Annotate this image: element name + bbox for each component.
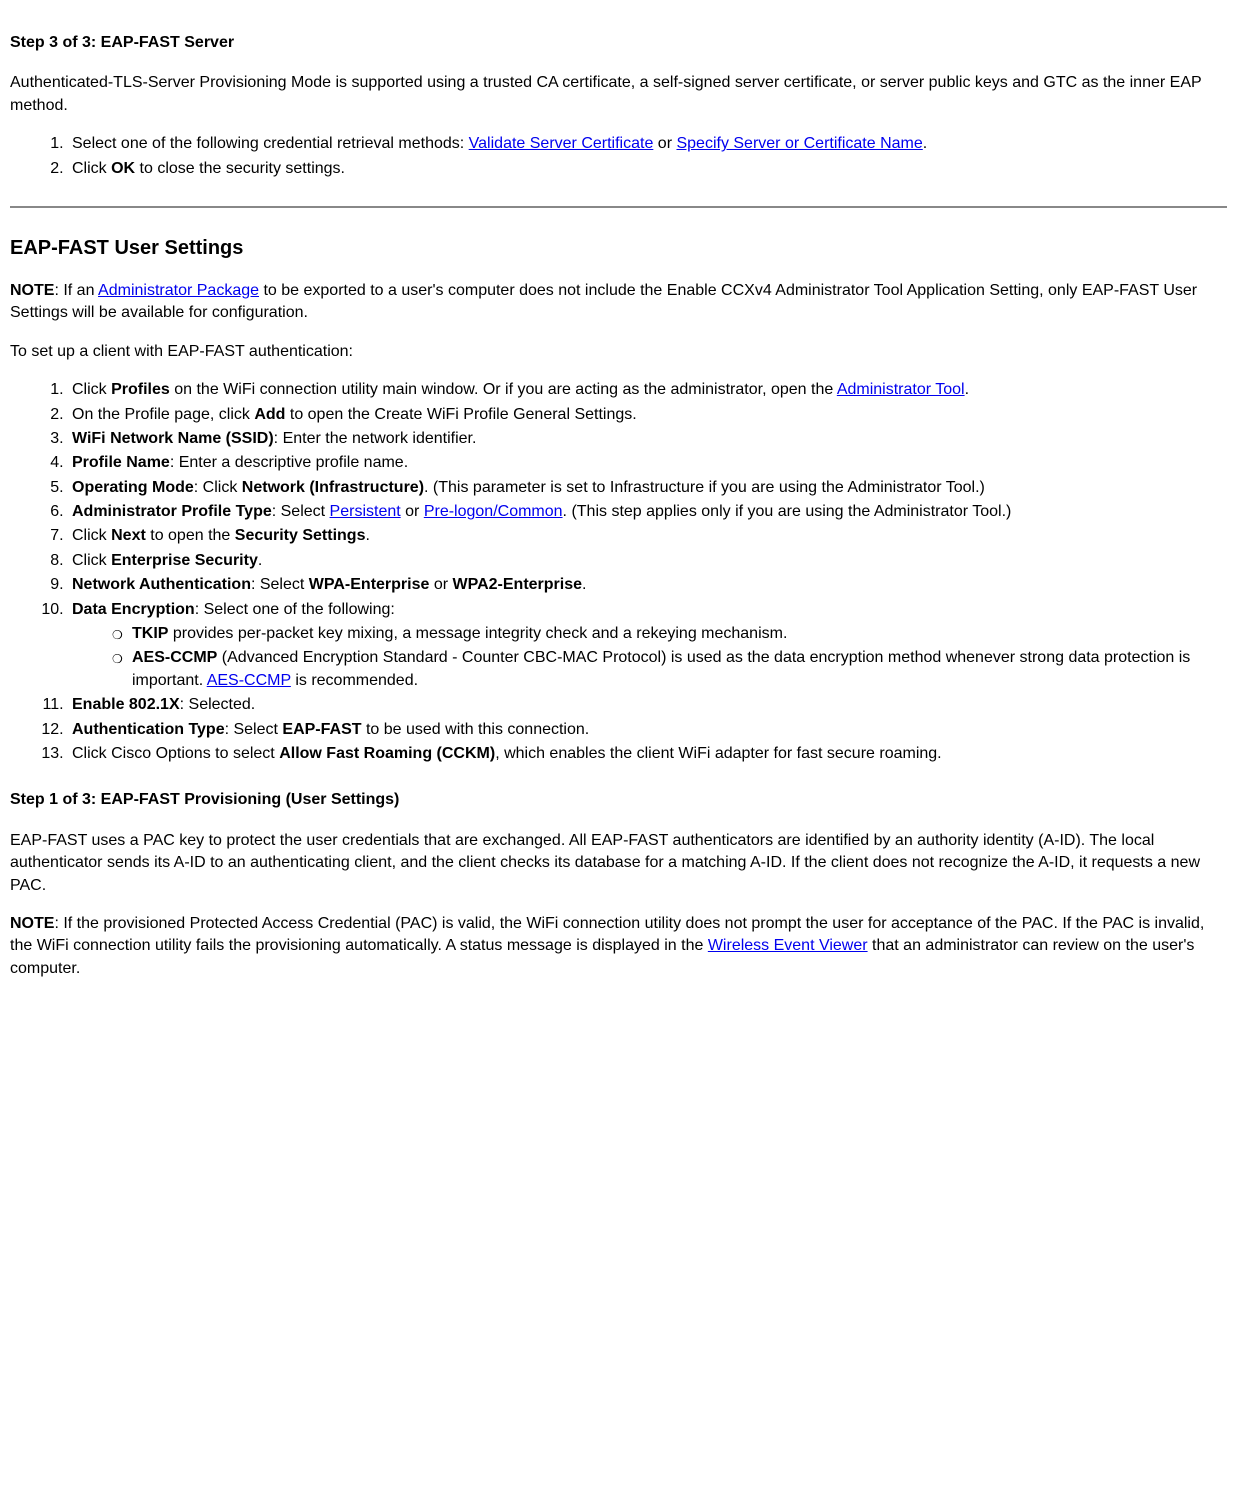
link-validate-server-cert[interactable]: Validate Server Certificate: [469, 135, 654, 152]
text: Click: [72, 552, 111, 569]
list-item: Data Encryption: Select one of the follo…: [68, 599, 1227, 693]
sublist-item: TKIP provides per-packet key mixing, a m…: [112, 623, 1227, 645]
step1-para: EAP-FAST uses a PAC key to protect the u…: [10, 830, 1227, 897]
list-item: Authentication Type: Select EAP-FAST to …: [68, 719, 1227, 741]
step3-item-1: Select one of the following credential r…: [68, 133, 1227, 155]
list-item: Click Profiles on the WiFi connection ut…: [68, 379, 1227, 401]
operating-mode-label: Operating Mode: [72, 479, 194, 496]
text: Click: [72, 160, 111, 177]
step3-item-2: Click OK to close the security settings.: [68, 158, 1227, 180]
link-administrator-tool[interactable]: Administrator Tool: [837, 381, 965, 398]
admin-profile-type-label: Administrator Profile Type: [72, 503, 272, 520]
link-administrator-package[interactable]: Administrator Package: [98, 282, 259, 299]
step3-heading: Step 3 of 3: EAP-FAST Server: [10, 32, 1227, 54]
eap-fast-label: EAP-FAST: [282, 721, 361, 738]
profiles-label: Profiles: [111, 381, 170, 398]
list-item: Operating Mode: Click Network (Infrastru…: [68, 477, 1227, 499]
text: to open the: [146, 527, 235, 544]
note-label: NOTE: [10, 282, 54, 299]
text: Click: [72, 381, 111, 398]
enable-8021x-label: Enable 802.1X: [72, 696, 180, 713]
security-settings-label: Security Settings: [235, 527, 366, 544]
step3-list: Select one of the following credential r…: [10, 133, 1227, 180]
step1-note: NOTE: If the provisioned Protected Acces…: [10, 913, 1227, 980]
list-item: Click Enterprise Security.: [68, 550, 1227, 572]
wpa2-enterprise-label: WPA2-Enterprise: [453, 576, 583, 593]
list-item: Profile Name: Enter a descriptive profil…: [68, 452, 1227, 474]
text: on the WiFi connection utility main wind…: [170, 381, 837, 398]
text: : If an: [54, 282, 98, 299]
link-wireless-event-viewer[interactable]: Wireless Event Viewer: [708, 937, 868, 954]
note-label: NOTE: [10, 915, 54, 932]
user-settings-list: Click Profiles on the WiFi connection ut…: [10, 379, 1227, 765]
list-item: Network Authentication: Select WPA-Enter…: [68, 574, 1227, 596]
divider: [10, 206, 1227, 208]
wpa-enterprise-label: WPA-Enterprise: [309, 576, 430, 593]
text: .: [258, 552, 262, 569]
aes-ccmp-label: AES-CCMP: [132, 649, 217, 666]
network-infra-label: Network (Infrastructure): [242, 479, 424, 496]
text: or: [429, 576, 452, 593]
text: to be used with this connection.: [362, 721, 590, 738]
text: .: [923, 135, 927, 152]
text: : Enter a descriptive profile name.: [170, 454, 408, 471]
link-persistent[interactable]: Persistent: [330, 503, 401, 520]
next-label: Next: [111, 527, 146, 544]
text: .: [582, 576, 586, 593]
link-specify-server-cert-name[interactable]: Specify Server or Certificate Name: [676, 135, 922, 152]
add-label: Add: [254, 406, 285, 423]
profile-name-label: Profile Name: [72, 454, 170, 471]
text: , which enables the client WiFi adapter …: [495, 745, 941, 762]
text: : Select: [225, 721, 283, 738]
list-item: WiFi Network Name (SSID): Enter the netw…: [68, 428, 1227, 450]
cckm-label: Allow Fast Roaming (CCKM): [279, 745, 495, 762]
enterprise-security-label: Enterprise Security: [111, 552, 258, 569]
network-auth-label: Network Authentication: [72, 576, 251, 593]
text: provides per-packet key mixing, a messag…: [168, 625, 787, 642]
list-item: Click Cisco Options to select Allow Fast…: [68, 743, 1227, 765]
text: : Click: [194, 479, 242, 496]
link-aes-ccmp[interactable]: AES-CCMP: [207, 672, 291, 689]
step1-heading: Step 1 of 3: EAP-FAST Provisioning (User…: [10, 789, 1227, 811]
auth-type-label: Authentication Type: [72, 721, 225, 738]
text: . (This step applies only if you are usi…: [563, 503, 1012, 520]
text: .: [365, 527, 369, 544]
text: : Select: [251, 576, 309, 593]
text: or: [401, 503, 424, 520]
text: is recommended.: [291, 672, 418, 689]
text: or: [653, 135, 676, 152]
text: Click Cisco Options to select: [72, 745, 279, 762]
link-prelogon-common[interactable]: Pre-logon/Common: [424, 503, 563, 520]
text: : Enter the network identifier.: [274, 430, 477, 447]
text: .: [965, 381, 969, 398]
setup-intro: To set up a client with EAP-FAST authent…: [10, 341, 1227, 363]
data-encryption-label: Data Encryption: [72, 601, 195, 618]
step3-para: Authenticated-TLS-Server Provisioning Mo…: [10, 72, 1227, 117]
text: : Selected.: [180, 696, 256, 713]
text: : Select: [272, 503, 330, 520]
list-item: Enable 802.1X: Selected.: [68, 694, 1227, 716]
text: to open the Create WiFi Profile General …: [285, 406, 636, 423]
text: to close the security settings.: [135, 160, 345, 177]
user-settings-note: NOTE: If an Administrator Package to be …: [10, 280, 1227, 325]
text: Click: [72, 527, 111, 544]
text: . (This parameter is set to Infrastructu…: [424, 479, 985, 496]
text: Select one of the following credential r…: [72, 135, 469, 152]
list-item: Click Next to open the Security Settings…: [68, 525, 1227, 547]
user-settings-heading: EAP-FAST User Settings: [10, 234, 1227, 262]
text: On the Profile page, click: [72, 406, 254, 423]
sublist-item: AES-CCMP (Advanced Encryption Standard -…: [112, 647, 1227, 692]
tkip-label: TKIP: [132, 625, 168, 642]
ssid-label: WiFi Network Name (SSID): [72, 430, 274, 447]
text: : Select one of the following:: [195, 601, 395, 618]
list-item: On the Profile page, click Add to open t…: [68, 404, 1227, 426]
ok-label: OK: [111, 160, 135, 177]
encryption-sublist: TKIP provides per-packet key mixing, a m…: [72, 623, 1227, 692]
list-item: Administrator Profile Type: Select Persi…: [68, 501, 1227, 523]
